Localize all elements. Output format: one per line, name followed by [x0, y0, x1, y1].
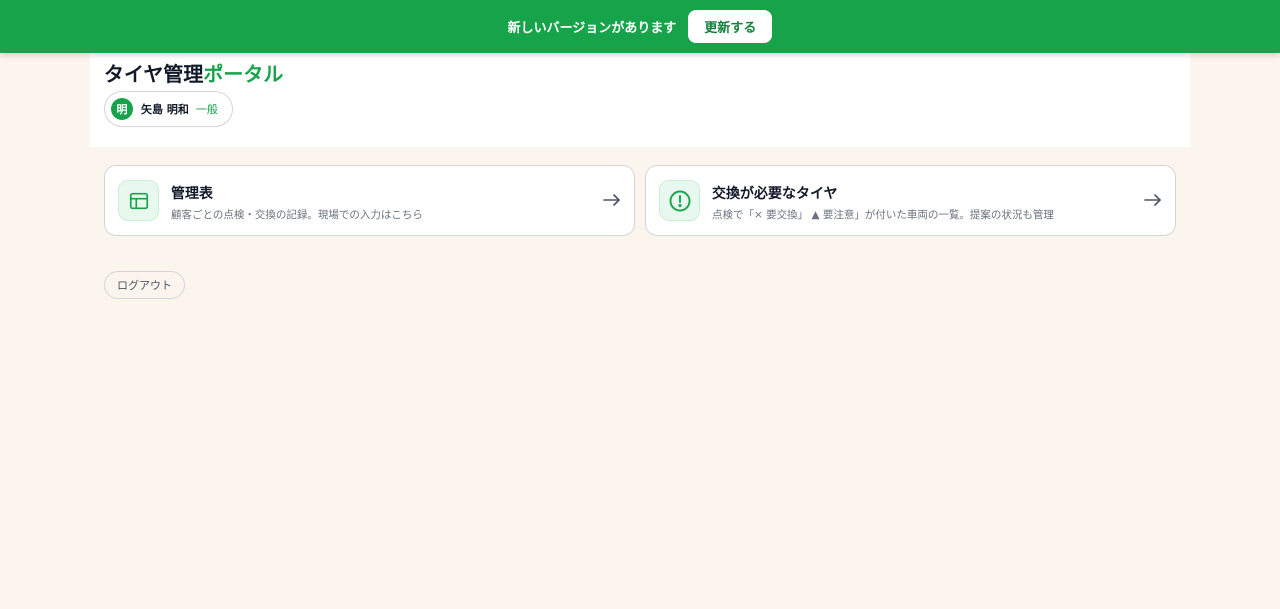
- header: タイヤ管理ポータル 明 矢島 明和 一般: [90, 53, 1190, 147]
- card-title: 交換が必要なタイヤ: [712, 186, 838, 202]
- alert-circle-icon: [659, 180, 700, 221]
- user-role: 一般: [195, 103, 218, 116]
- title-accent: ポータル: [203, 62, 284, 86]
- title-main: タイヤ管理: [104, 62, 204, 86]
- arrow-right-icon: [1144, 194, 1161, 206]
- card-title: 管理表: [171, 186, 213, 202]
- replacement-needed-card[interactable]: 交換が必要なタイヤ 点検で「× 要交換」 ▲ 要注意」が付いた車両の一覧。提案の…: [645, 165, 1176, 236]
- update-banner: 新しいバージョンがあります 更新する: [0, 0, 1280, 53]
- arrow-right-icon: [603, 194, 620, 206]
- management-table-card[interactable]: 管理表 顧客ごとの点検・交換の記録。現場での入力はこちら: [104, 165, 635, 236]
- update-message: 新しいバージョンがあります: [507, 21, 677, 36]
- logout-button[interactable]: ログアウト: [104, 271, 185, 299]
- card-description: 顧客ごとの点検・交換の記録。現場での入力はこちら: [171, 209, 423, 221]
- table-icon: [118, 180, 159, 221]
- user-name: 矢島 明和: [141, 103, 189, 116]
- update-button[interactable]: 更新する: [688, 10, 773, 43]
- avatar: 明: [111, 98, 133, 120]
- user-badge[interactable]: 明 矢島 明和 一般: [104, 91, 233, 127]
- page-title: タイヤ管理ポータル: [104, 58, 283, 87]
- card-description: 点検で「× 要交換」 ▲ 要注意」が付いた車両の一覧。提案の状況も管理: [712, 209, 1054, 221]
